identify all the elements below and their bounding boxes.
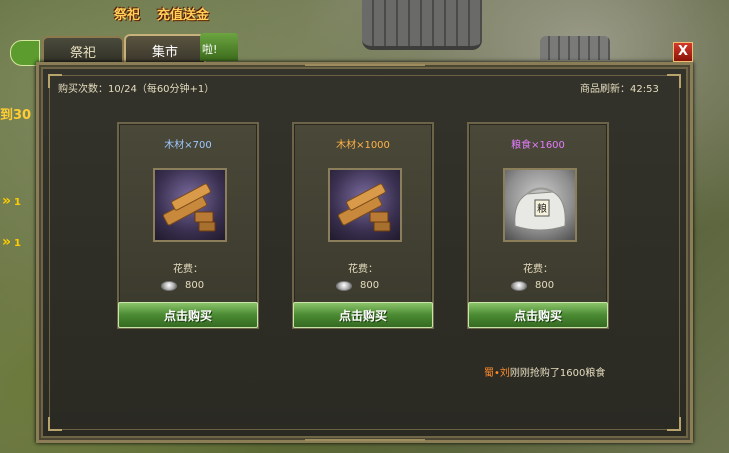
- map-recharge-label[interactable]: 充值送金: [157, 4, 209, 23]
- arrow-icon: » 1: [2, 234, 22, 250]
- buy-button[interactable]: 点击购买: [118, 302, 258, 328]
- purchase-count-info: 购买次数：10/24（每60分钟+1）: [58, 84, 215, 95]
- silver-ingot-icon: [511, 280, 527, 291]
- silver-ingot-icon: [336, 280, 352, 291]
- cost-value: 800: [360, 280, 380, 291]
- purchase-notice: 蜀•刘刚刚抢购了1600粮食: [484, 364, 605, 379]
- cost-value: 800: [535, 280, 555, 291]
- cost-label: 花费：: [348, 264, 378, 275]
- tab-sacrifice[interactable]: 祭祀: [42, 36, 124, 64]
- grain-sack-icon: 粮: [503, 168, 577, 242]
- item-card: 木材×700 花费： 800 点击购买: [117, 122, 259, 329]
- arrow-icon: » 1: [2, 193, 22, 209]
- tab-event[interactable]: 啦!: [200, 33, 238, 61]
- map-side-text: 到30: [0, 108, 32, 123]
- item-name: 木材×1000: [336, 140, 390, 151]
- buy-button[interactable]: 点击购买: [468, 302, 608, 328]
- top-ornament: [304, 58, 425, 66]
- item-card: 木材×1000 花费： 800 点击购买: [292, 122, 434, 329]
- cost-row: 800: [336, 280, 379, 291]
- cost-label: 花费：: [173, 264, 203, 275]
- silver-ingot-icon: [161, 280, 177, 291]
- tab-market[interactable]: 集市: [124, 34, 206, 64]
- notice-message: 刚刚抢购了1600粮食: [509, 368, 606, 379]
- wood-icon: [328, 168, 402, 242]
- corner-deco: [48, 417, 62, 431]
- close-button[interactable]: X: [673, 42, 693, 62]
- player-name: 蜀•刘: [484, 368, 510, 379]
- map-fortress: [362, 0, 482, 50]
- map-fortress-small: [540, 36, 610, 60]
- corner-deco: [667, 417, 681, 431]
- cost-row: 800: [161, 280, 204, 291]
- cost-label: 花费：: [523, 264, 553, 275]
- cost-row: 800: [511, 280, 554, 291]
- buy-button[interactable]: 点击购买: [293, 302, 433, 328]
- item-name: 木材×700: [164, 140, 212, 151]
- wood-icon: [153, 168, 227, 242]
- corner-deco: [667, 74, 681, 88]
- cost-value: 800: [185, 280, 205, 291]
- item-card: 粮食×1600 粮 花费： 800 点击购买: [467, 122, 609, 329]
- svg-text:粮: 粮: [537, 202, 547, 215]
- item-name: 粮食×1600: [511, 140, 565, 151]
- refresh-timer: 商品刷新：42:53: [580, 84, 659, 95]
- map-sacrifice-label[interactable]: 祭祀: [114, 4, 140, 23]
- bottom-ornament: [304, 439, 425, 447]
